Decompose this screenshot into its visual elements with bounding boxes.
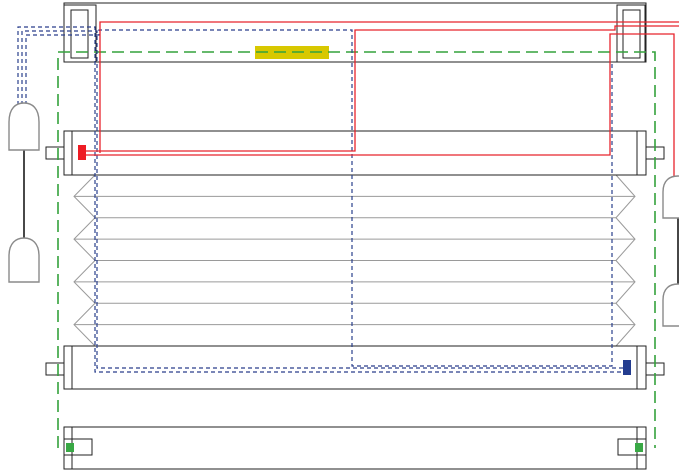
green-cord-left-block bbox=[66, 443, 74, 452]
right-upper-handle bbox=[662, 175, 679, 219]
blind-diagram bbox=[8, 2, 679, 470]
blue-cord-path-branch bbox=[25, 29, 613, 367]
right-handle-pair bbox=[662, 175, 679, 327]
bottom-rail bbox=[63, 426, 647, 470]
blue-cord-path-outer bbox=[17, 26, 627, 373]
green-cord-right-block bbox=[635, 443, 643, 452]
lower-rail-left-pin bbox=[45, 362, 65, 376]
blue-cord bbox=[17, 26, 631, 375]
left-handle-pair bbox=[8, 102, 40, 283]
right-lower-handle bbox=[662, 283, 679, 327]
red-cord-block bbox=[78, 145, 86, 160]
pleated-fabric bbox=[73, 174, 636, 347]
left-lower-handle bbox=[8, 237, 40, 283]
blue-cord-path-inner bbox=[21, 30, 623, 369]
left-upper-handle bbox=[8, 102, 40, 151]
bottom-rail-body bbox=[63, 426, 647, 470]
upper-rail-left-pin bbox=[45, 146, 65, 160]
green-cord bbox=[57, 51, 656, 452]
blue-cord-block bbox=[623, 360, 631, 375]
